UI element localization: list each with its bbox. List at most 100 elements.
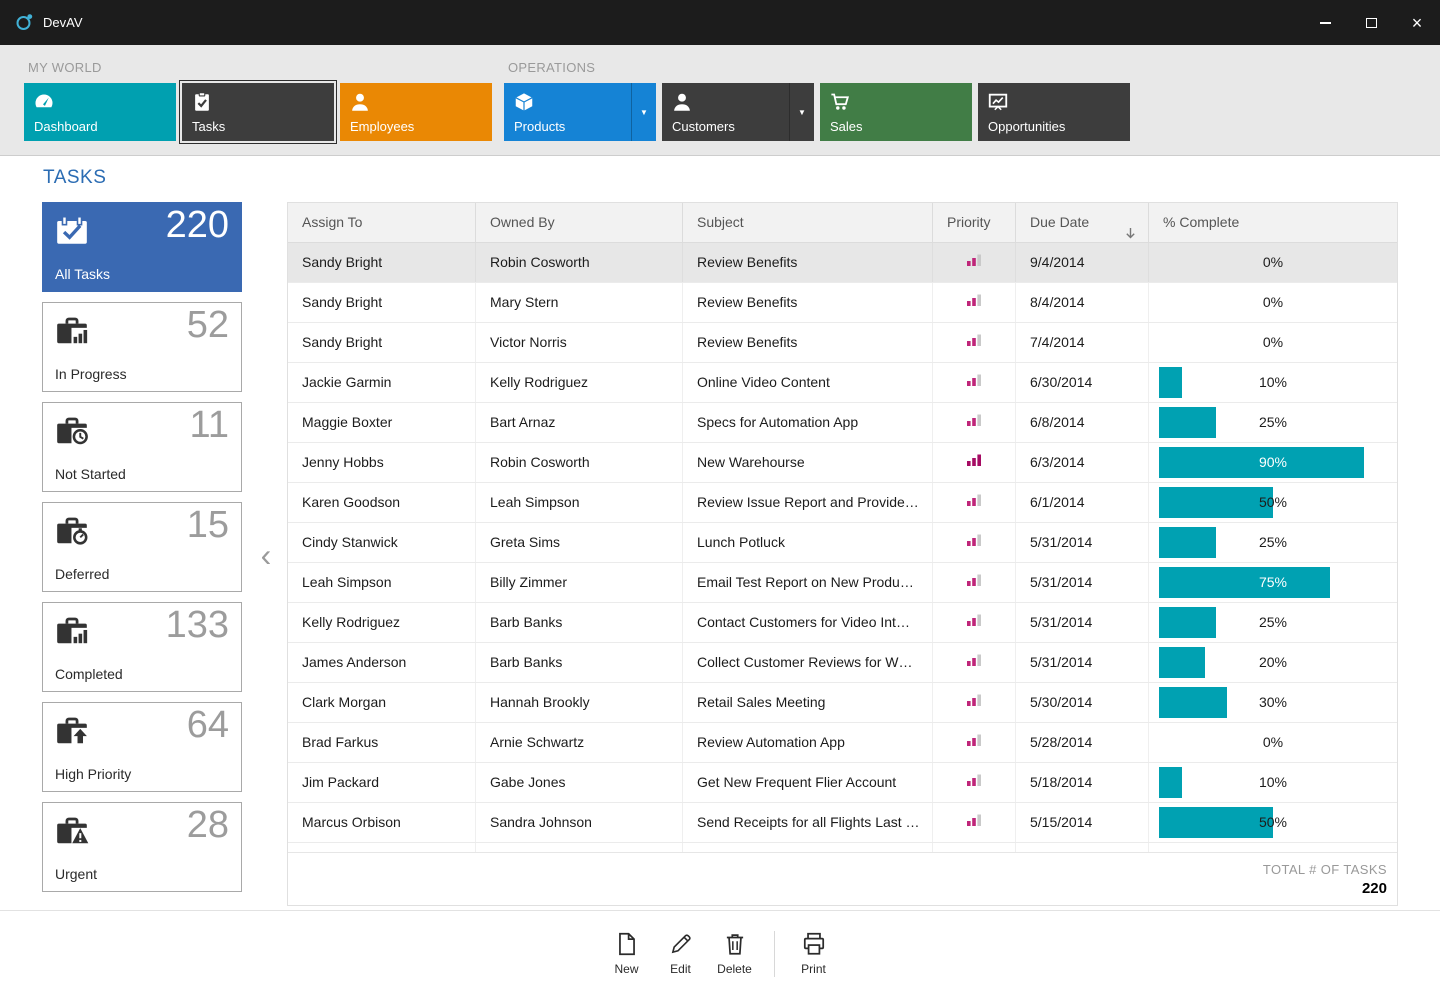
cell-pct-complete: 0% [1149, 723, 1397, 762]
priority-normal-icon [966, 403, 983, 442]
table-row[interactable]: Marcus OrbisonSandra JohnsonSend Receipt… [288, 803, 1397, 843]
task-filter-tile-not-started[interactable]: 11Not Started [42, 402, 242, 492]
cell-subject: Send Receipts for all Flights Last … [683, 803, 933, 842]
table-row[interactable]: Jim PackardGabe JonesGet New Frequent Fl… [288, 763, 1397, 803]
cell-subject: Lunch Potluck [683, 523, 933, 562]
ribbon-button-opportunities[interactable]: Opportunities [978, 83, 1130, 141]
cell-owned-by: Billy Zimmer [476, 563, 683, 602]
urgent-icon [54, 815, 90, 851]
cell-assign-to: Sandy Bright [288, 283, 476, 322]
dropdown-arrow-icon[interactable]: ▼ [789, 83, 814, 141]
cell-subject: New Warehourse [683, 443, 933, 482]
table-row[interactable]: Leah SimpsonBilly ZimmerEmail Test Repor… [288, 563, 1397, 603]
edit-button[interactable]: Edit [654, 931, 708, 1000]
table-row[interactable]: Karen GoodsonLeah SimpsonReview Issue Re… [288, 483, 1397, 523]
task-filter-tile-deferred[interactable]: 15 Deferred [42, 502, 242, 592]
cell-assign-to: Kelly Rodriguez [288, 603, 476, 642]
cell-assign-to: Jackie Garmin [288, 363, 476, 402]
print-button[interactable]: Print [787, 931, 841, 1000]
pct-complete-label: 50% [1149, 483, 1397, 522]
new-icon [614, 931, 640, 959]
pct-complete-label: 0% [1149, 723, 1397, 762]
table-row[interactable]: Jenny HobbsRobin CosworthNew Warehourse6… [288, 443, 1397, 483]
tile-count: 220 [166, 204, 229, 247]
cell-priority [933, 323, 1016, 362]
ribbon-button-products[interactable]: Products▼ [504, 83, 656, 141]
column-header-assign-to[interactable]: Assign To [288, 203, 476, 242]
task-filter-tile-completed[interactable]: 133Completed [42, 602, 242, 692]
employees-icon [349, 91, 371, 118]
table-row[interactable]: Jackie GarminKelly RodriguezOnline Video… [288, 363, 1397, 403]
main-content: TASKS 220All Tasks52In Progress11Not Sta… [0, 156, 1440, 910]
cell-priority [933, 763, 1016, 802]
table-row[interactable]: Brad FarkusArnie SchwartzReview Automati… [288, 723, 1397, 763]
cell-owned-by: Greta Sims [476, 523, 683, 562]
cell-owned-by: Gabe Jones [476, 763, 683, 802]
app-title: DevAV [43, 15, 83, 30]
minimize-button[interactable] [1302, 0, 1348, 45]
not-started-icon [54, 415, 90, 451]
cell-assign-to: James Anderson [288, 643, 476, 682]
column-header--complete[interactable]: % Complete [1149, 203, 1397, 242]
table-row[interactable]: Maggie BoxterBart ArnazSpecs for Automat… [288, 403, 1397, 443]
column-header-subject[interactable]: Subject [683, 203, 933, 242]
sidebar-collapse-chevron[interactable]: ‹ [253, 532, 279, 578]
cell-priority [933, 563, 1016, 602]
ribbon-button-dashboard[interactable]: Dashboard [24, 83, 176, 141]
cell-due-date: 6/30/2014 [1016, 363, 1149, 402]
cell-pct-complete: 25% [1149, 403, 1397, 442]
pct-complete-label: 0% [1149, 283, 1397, 322]
cell-due-date: 5/15/2014 [1016, 803, 1149, 842]
ribbon-button-tasks[interactable]: Tasks [182, 83, 334, 141]
priority-normal-icon [966, 363, 983, 402]
column-header-priority[interactable]: Priority [933, 203, 1016, 242]
new-button[interactable]: New [600, 931, 654, 1000]
tile-label: In Progress [55, 366, 127, 382]
cell-assign-to: Marcus Orbison [288, 803, 476, 842]
table-row[interactable]: Clark MorganHannah BrooklyRetail Sales M… [288, 683, 1397, 723]
table-row[interactable]: Cindy StanwickGreta SimsLunch Potluck5/3… [288, 523, 1397, 563]
cell-priority [933, 603, 1016, 642]
cell-due-date: 5/18/2014 [1016, 763, 1149, 802]
cell-assign-to: Leah Simpson [288, 563, 476, 602]
cell-priority [933, 283, 1016, 322]
tile-label: Deferred [55, 566, 109, 582]
task-filter-tile-urgent[interactable]: 28Urgent [42, 802, 242, 892]
table-row[interactable]: Kelly RodriguezBarb BanksContact Custome… [288, 603, 1397, 643]
all-tasks-icon [54, 215, 90, 251]
task-filter-tile-high-priority[interactable]: 64High Priority [42, 702, 242, 792]
column-header-due-date[interactable]: Due Date [1016, 203, 1149, 242]
ribbon-button-customers[interactable]: Customers▼ [662, 83, 814, 141]
column-header-owned-by[interactable]: Owned By [476, 203, 683, 242]
completed-icon [54, 615, 90, 651]
cell-pct-complete: 0% [1149, 323, 1397, 362]
cell-due-date: 6/1/2014 [1016, 483, 1149, 522]
ribbon-button-sales[interactable]: Sales [820, 83, 972, 141]
dropdown-arrow-icon[interactable]: ▼ [631, 83, 656, 141]
close-button[interactable]: × [1394, 0, 1440, 45]
column-header-label: Owned By [490, 214, 555, 230]
ribbon-button-employees[interactable]: Employees [340, 83, 492, 141]
cell-owned-by: Robin Cosworth [476, 443, 683, 482]
priority-normal-icon [966, 243, 983, 282]
table-row[interactable]: James AndersonBarb BanksCollect Customer… [288, 643, 1397, 683]
cell-pct-complete: 75% [1149, 563, 1397, 602]
table-row[interactable]: Sandy BrightVictor NorrisReview Benefits… [288, 323, 1397, 363]
delete-button[interactable]: Delete [708, 931, 762, 1000]
cell-assign-to: Sandy Bright [288, 243, 476, 282]
task-filter-tile-in-progress[interactable]: 52In Progress [42, 302, 242, 392]
ribbon-button-label: Tasks [192, 119, 225, 134]
maximize-button[interactable] [1348, 0, 1394, 45]
cell-owned-by: Sandra Johnson [476, 803, 683, 842]
pct-complete-label: 75% [1149, 563, 1397, 602]
task-filter-tile-all-tasks[interactable]: 220All Tasks [42, 202, 242, 292]
pct-complete-label: 20% [1149, 643, 1397, 682]
cell-pct-complete: 50% [1149, 803, 1397, 842]
ribbon-group-label: MY WORLD [24, 59, 492, 83]
tile-count: 15 [187, 504, 229, 547]
table-row[interactable]: Sandy BrightMary SternReview Benefits8/4… [288, 283, 1397, 323]
table-row[interactable]: Sandy BrightRobin CosworthReview Benefit… [288, 243, 1397, 283]
titlebar: DevAV × [0, 0, 1440, 45]
cell-owned-by: Barb Banks [476, 603, 683, 642]
ribbon-button-label: Employees [350, 119, 414, 134]
